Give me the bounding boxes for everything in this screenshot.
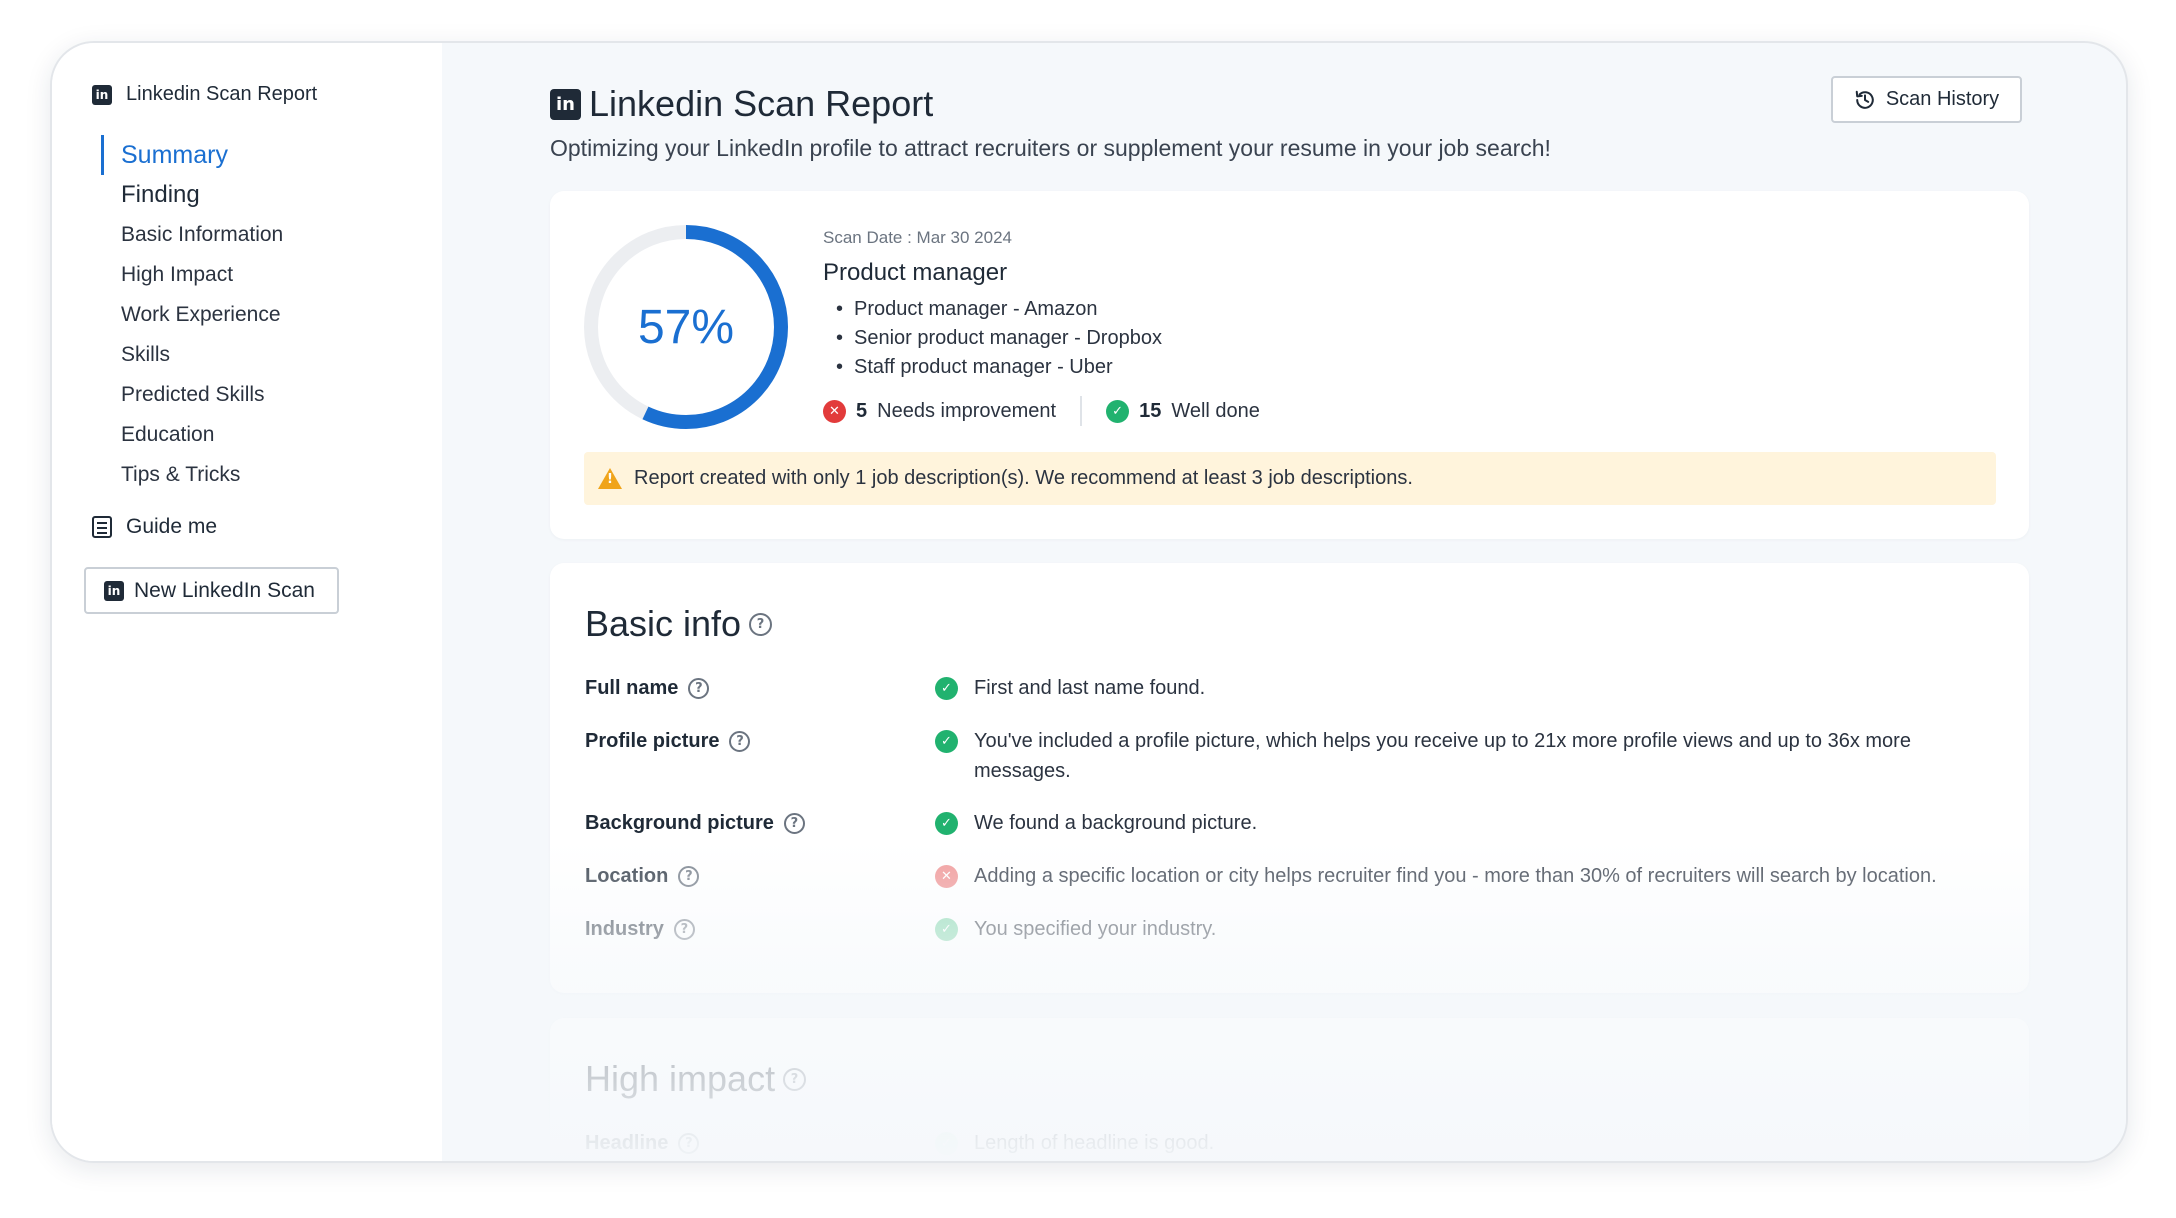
check-row-background-picture: Background picture? ✓ We found a backgrou… xyxy=(585,808,2005,838)
check-row-location: Location? ✕ Adding a specific location or… xyxy=(585,861,2005,891)
app-window: in Linkedin Scan Report Summary Finding … xyxy=(50,41,2128,1163)
linkedin-icon: in xyxy=(550,88,581,120)
needs-improvement-count: 5 xyxy=(856,399,868,422)
help-circle-icon[interactable]: ? xyxy=(783,1067,807,1091)
sidebar-header[interactable]: in Linkedin Scan Report xyxy=(92,83,317,106)
basic-info-card: Basic info ? Full name? ✓ First and last … xyxy=(550,563,2029,993)
sidebar-fade-overlay xyxy=(52,841,442,1161)
well-done-stat[interactable]: ✓ 15 Well done xyxy=(1106,399,1260,423)
warning-banner: ! Report created with only 1 job descrip… xyxy=(584,452,1996,505)
section-title-text: Basic info xyxy=(585,603,742,644)
check-label: Location xyxy=(585,864,669,887)
sidebar-item-finding[interactable]: Finding xyxy=(101,175,421,215)
check-message: You specified your industry. xyxy=(974,918,1217,940)
sidebar-item-summary[interactable]: Summary xyxy=(101,135,421,175)
sidebar-item-predicted-skills[interactable]: Predicted Skills xyxy=(101,375,421,415)
new-scan-label: New LinkedIn Scan xyxy=(134,578,315,602)
needs-improvement-stat[interactable]: ✕ 5 Needs improvement xyxy=(823,399,1057,423)
guide-me-link[interactable]: Guide me xyxy=(92,515,217,539)
section-title: High impact ? xyxy=(585,1058,807,1100)
x-circle-icon: ✕ xyxy=(935,865,958,888)
check-circle-icon: ✓ xyxy=(1106,399,1130,423)
check-label: Headline xyxy=(585,1131,669,1154)
warning-text: Report created with only 1 job descripti… xyxy=(634,467,1413,489)
checklist-icon xyxy=(92,516,112,538)
check-row-headline: Headline? ✓ Length of headline is good. xyxy=(585,1128,2005,1158)
check-message: Length of headline is good. xyxy=(974,1132,1215,1154)
check-row-industry: Industry? ✓ You specified your industry. xyxy=(585,914,2005,944)
check-message: You've included a profile picture, which… xyxy=(974,730,1911,782)
main-content: in Linkedin Scan Report Optimizing your … xyxy=(442,43,2126,1161)
help-circle-icon[interactable]: ? xyxy=(678,1132,700,1154)
section-title-text: High impact xyxy=(585,1058,776,1099)
page-title: in Linkedin Scan Report xyxy=(550,83,933,125)
sidebar-item-skills[interactable]: Skills xyxy=(101,335,421,375)
check-row-profile-picture: Profile picture? ✓ You've included a prof… xyxy=(585,726,2005,786)
check-label: Profile picture xyxy=(585,729,720,752)
help-circle-icon[interactable]: ? xyxy=(673,918,695,940)
list-item: Staff product manager - Uber xyxy=(832,353,1162,382)
needs-improvement-label: Needs improvement xyxy=(877,399,1057,422)
sidebar-item-high-impact[interactable]: High Impact xyxy=(101,255,421,295)
well-done-count: 15 xyxy=(1139,399,1162,422)
result-stats: ✕ 5 Needs improvement ✓ 15 Well done xyxy=(823,395,1260,427)
check-row-full-name: Full name? ✓ First and last name found. xyxy=(585,673,2005,703)
warning-icon: ! xyxy=(598,468,622,489)
linkedin-icon: in xyxy=(104,580,124,601)
job-list: Product manager - Amazon Senior product … xyxy=(832,295,1162,382)
check-message: We found a background picture. xyxy=(974,812,1258,834)
sidebar-item-tips-tricks[interactable]: Tips & Tricks xyxy=(101,455,421,495)
page-title-text: Linkedin Scan Report xyxy=(589,83,934,124)
sidebar: in Linkedin Scan Report Summary Finding … xyxy=(52,43,442,1161)
sidebar-header-label: Linkedin Scan Report xyxy=(126,83,318,105)
check-circle-icon: ✓ xyxy=(935,677,958,700)
stats-divider xyxy=(1080,396,1083,426)
x-circle-icon: ✕ xyxy=(823,399,846,423)
help-circle-icon[interactable]: ? xyxy=(688,677,710,699)
well-done-label: Well done xyxy=(1171,399,1260,422)
sidebar-nav: Summary Finding Basic Information High I… xyxy=(101,135,421,495)
check-message: First and last name found. xyxy=(974,677,1206,699)
history-icon xyxy=(1855,90,1874,109)
check-circle-icon: ✓ xyxy=(935,918,958,941)
help-circle-icon[interactable]: ? xyxy=(749,612,773,636)
new-linkedin-scan-button[interactable]: in New LinkedIn Scan xyxy=(84,567,339,614)
help-circle-icon[interactable]: ? xyxy=(729,730,751,752)
section-title: Basic info ? xyxy=(585,603,773,645)
check-circle-icon: ✓ xyxy=(935,730,958,753)
scan-history-button[interactable]: Scan History xyxy=(1831,76,2022,123)
target-role: Product manager xyxy=(823,259,1008,286)
check-label: Background picture xyxy=(585,811,774,834)
check-label: Industry xyxy=(585,917,664,940)
sidebar-item-work-experience[interactable]: Work Experience xyxy=(101,295,421,335)
linkedin-icon: in xyxy=(92,84,112,105)
summary-card: 57% Scan Date : Mar 30 2024 Product mana… xyxy=(550,191,2029,539)
sidebar-item-education[interactable]: Education xyxy=(101,415,421,455)
guide-me-label: Guide me xyxy=(126,515,218,538)
help-circle-icon[interactable]: ? xyxy=(678,865,700,887)
list-item: Product manager - Amazon xyxy=(832,295,1162,324)
high-impact-card: High impact ? Headline? ✓ Length of headl… xyxy=(550,1018,2029,1161)
check-message: Adding a specific location or city helps… xyxy=(974,865,1937,887)
check-label: Full name xyxy=(585,676,679,699)
check-circle-icon: ✓ xyxy=(935,812,958,835)
scan-history-label: Scan History xyxy=(1885,88,2000,110)
scan-date: Scan Date : Mar 30 2024 xyxy=(823,228,1013,247)
list-item: Senior product manager - Dropbox xyxy=(832,324,1162,353)
check-circle-icon: ✓ xyxy=(935,1132,958,1155)
help-circle-icon[interactable]: ? xyxy=(783,812,805,834)
sidebar-item-basic-information[interactable]: Basic Information xyxy=(101,215,421,255)
page-subtitle: Optimizing your LinkedIn profile to attr… xyxy=(550,135,1551,161)
score-percent: 57% xyxy=(637,300,735,354)
